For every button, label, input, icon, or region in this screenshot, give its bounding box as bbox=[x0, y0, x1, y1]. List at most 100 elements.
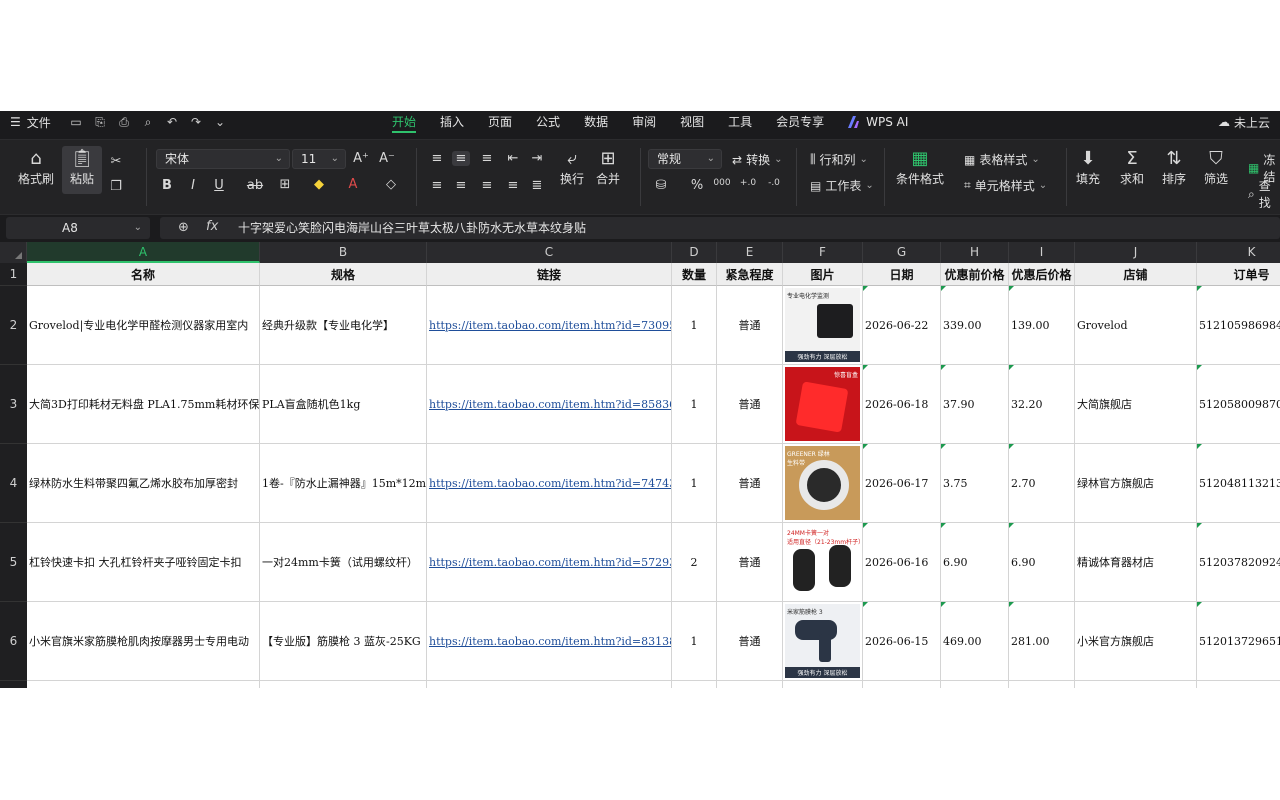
link-cell[interactable]: https://item.taobao.com/item.htm?id=7474… bbox=[427, 444, 672, 523]
wrap-text-button[interactable]: ⤶ 换行 bbox=[560, 148, 584, 187]
formula-input[interactable]: ⊕ fx 十字架爱心笑脸闪电海岸山谷三叶草太极八卦防水无水草本纹身贴 bbox=[160, 217, 1280, 239]
partial-row-cell[interactable] bbox=[672, 681, 717, 688]
price-after-cell[interactable]: 6.90 bbox=[1009, 523, 1075, 602]
row-header-4[interactable]: 4 bbox=[0, 444, 27, 523]
price-after-cell[interactable]: 139.00 bbox=[1009, 286, 1075, 365]
product-thumbnail[interactable]: 专业电化学监测 强劲有力 深层放松 bbox=[785, 288, 860, 362]
image-cell[interactable]: GREENER 绿林 生料带 bbox=[783, 444, 863, 523]
header-cell-h[interactable]: 优惠前价格 bbox=[941, 263, 1009, 286]
indent-icon[interactable]: ⇥ bbox=[528, 151, 546, 166]
shop-cell[interactable]: 大简旗舰店 bbox=[1075, 365, 1197, 444]
formula-content[interactable]: 十字架爱心笑脸闪电海岸山谷三叶草太极八卦防水无水草本纹身贴 bbox=[238, 217, 586, 239]
tab-view[interactable]: 视图 bbox=[668, 111, 716, 133]
column-header-d[interactable]: D bbox=[672, 242, 717, 263]
tab-member[interactable]: 会员专享 bbox=[764, 111, 836, 133]
spec-cell[interactable]: 一对24mm卡簧（试用螺纹杆） bbox=[260, 523, 427, 602]
align-right-icon[interactable]: ≡ bbox=[478, 178, 496, 193]
border-icon[interactable]: ⊞ bbox=[276, 177, 294, 192]
urgency-cell[interactable]: 普通 bbox=[717, 365, 783, 444]
conditional-format-button[interactable]: ▦ 条件格式 bbox=[896, 148, 944, 187]
column-header-c[interactable]: C bbox=[427, 242, 672, 263]
paste-button[interactable]: 📋︎ 粘贴 bbox=[62, 146, 102, 194]
price-after-cell[interactable]: 281.00 bbox=[1009, 602, 1075, 681]
shop-cell[interactable]: Grovelod bbox=[1075, 286, 1197, 365]
file-menu-button[interactable]: ☰ 文件 bbox=[0, 114, 62, 131]
partial-row-cell[interactable] bbox=[717, 681, 783, 688]
header-cell-i[interactable]: 优惠后价格 bbox=[1009, 263, 1075, 286]
partial-row-cell[interactable] bbox=[1075, 681, 1197, 688]
align-top-icon[interactable]: ≡ bbox=[428, 151, 446, 166]
product-thumbnail[interactable]: 米家筋膜枪 3 强劲有力 深层放松 bbox=[785, 604, 860, 678]
spec-cell[interactable]: 【专业版】筋膜枪 3 蓝灰-25KG bbox=[260, 602, 427, 681]
fill-button[interactable]: ⬇︎ 填充 bbox=[1076, 148, 1100, 187]
date-cell[interactable]: 2026-06-22 bbox=[863, 286, 941, 365]
price-before-cell[interactable]: 339.00 bbox=[941, 286, 1009, 365]
date-cell[interactable]: 2026-06-15 bbox=[863, 602, 941, 681]
shop-cell[interactable]: 绿林官方旗舰店 bbox=[1075, 444, 1197, 523]
justify-icon[interactable]: ≡ bbox=[504, 178, 522, 193]
urgency-cell[interactable]: 普通 bbox=[717, 286, 783, 365]
filter-button[interactable]: ⛉ 筛选 bbox=[1204, 148, 1228, 187]
cloud-status[interactable]: ☁ 未上云 bbox=[1218, 111, 1270, 133]
number-format-select[interactable]: 常规 ⌄ bbox=[648, 149, 722, 169]
name-box[interactable]: A8 ⌄ bbox=[6, 217, 150, 239]
tab-page[interactable]: 页面 bbox=[476, 111, 524, 133]
strikethrough-icon[interactable]: ab bbox=[246, 178, 264, 193]
worksheet-button[interactable]: ▤ 工作表 ⌄ bbox=[810, 177, 874, 194]
tab-insert[interactable]: 插入 bbox=[428, 111, 476, 133]
clear-format-icon[interactable]: ◇ bbox=[382, 177, 400, 192]
row-header-partial[interactable] bbox=[0, 681, 27, 688]
thousands-separator-icon[interactable]: 000 bbox=[710, 178, 734, 188]
product-thumbnail[interactable]: 24MM卡簧一对 适用直径（21-23mm杆子） bbox=[785, 525, 860, 599]
column-header-h[interactable]: H bbox=[941, 242, 1009, 263]
order-number-cell[interactable]: 51201372965100 bbox=[1197, 602, 1280, 681]
image-cell[interactable]: 惊喜盲盒 bbox=[783, 365, 863, 444]
font-color-icon[interactable]: A bbox=[344, 177, 362, 192]
header-cell-d[interactable]: 数量 bbox=[672, 263, 717, 286]
partial-row-cell[interactable] bbox=[1009, 681, 1075, 688]
column-header-f[interactable]: F bbox=[783, 242, 863, 263]
column-header-b[interactable]: B bbox=[260, 242, 427, 263]
image-cell[interactable]: 专业电化学监测 强劲有力 深层放松 bbox=[783, 286, 863, 365]
row-header-5[interactable]: 5 bbox=[0, 523, 27, 602]
order-number-cell[interactable]: 51203782092460 bbox=[1197, 523, 1280, 602]
order-number-cell[interactable]: 51210598698460 bbox=[1197, 286, 1280, 365]
partial-row-cell[interactable] bbox=[941, 681, 1009, 688]
font-name-select[interactable]: 宋体 ⌄ bbox=[156, 149, 290, 169]
partial-row-cell[interactable] bbox=[783, 681, 863, 688]
date-cell[interactable]: 2026-06-17 bbox=[863, 444, 941, 523]
date-cell[interactable]: 2026-06-18 bbox=[863, 365, 941, 444]
spec-cell[interactable]: 经典升级款【专业电化学】 bbox=[260, 286, 427, 365]
link-cell[interactable]: https://item.taobao.com/item.htm?id=8313… bbox=[427, 602, 672, 681]
urgency-cell[interactable]: 普通 bbox=[717, 444, 783, 523]
copy-icon[interactable]: ❐ bbox=[107, 179, 125, 194]
tab-wps-ai[interactable]: WPS AI bbox=[836, 111, 920, 133]
price-before-cell[interactable]: 3.75 bbox=[941, 444, 1009, 523]
image-cell[interactable]: 米家筋膜枪 3 强劲有力 深层放松 bbox=[783, 602, 863, 681]
product-name-cell[interactable]: 小米官旗米家筋膜枪肌肉按摩器男士专用电动 bbox=[27, 602, 260, 681]
link-cell[interactable]: https://item.taobao.com/item.htm?id=7309… bbox=[427, 286, 672, 365]
quantity-cell[interactable]: 1 bbox=[672, 444, 717, 523]
product-name-cell[interactable]: 绿林防水生料带聚四氟乙烯水胶布加厚密封 bbox=[27, 444, 260, 523]
quantity-cell[interactable]: 2 bbox=[672, 523, 717, 602]
shop-cell[interactable]: 小米官方旗舰店 bbox=[1075, 602, 1197, 681]
align-center-icon[interactable]: ≡ bbox=[452, 178, 470, 193]
column-header-g[interactable]: G bbox=[863, 242, 941, 263]
column-header-a[interactable]: A bbox=[27, 242, 260, 263]
image-cell[interactable]: 24MM卡簧一对 适用直径（21-23mm杆子） bbox=[783, 523, 863, 602]
percent-icon[interactable]: % bbox=[688, 178, 706, 193]
undo-icon[interactable]: ↶ bbox=[164, 115, 180, 129]
select-all-corner[interactable] bbox=[0, 242, 27, 263]
row-header-6[interactable]: 6 bbox=[0, 602, 27, 681]
header-cell-f[interactable]: 图片 bbox=[783, 263, 863, 286]
distribute-icon[interactable]: ≣ bbox=[528, 178, 546, 193]
header-cell-a[interactable]: 名称 bbox=[27, 263, 260, 286]
quantity-cell[interactable]: 1 bbox=[672, 286, 717, 365]
increase-font-icon[interactable]: A⁺ bbox=[352, 151, 370, 166]
order-number-cell[interactable]: 51205800987050 bbox=[1197, 365, 1280, 444]
align-middle-icon[interactable]: ≡ bbox=[452, 151, 470, 166]
shop-cell[interactable]: 精诚体育器材店 bbox=[1075, 523, 1197, 602]
product-thumbnail[interactable]: GREENER 绿林 生料带 bbox=[785, 446, 860, 520]
header-cell-b[interactable]: 规格 bbox=[260, 263, 427, 286]
partial-row-cell[interactable] bbox=[260, 681, 427, 688]
